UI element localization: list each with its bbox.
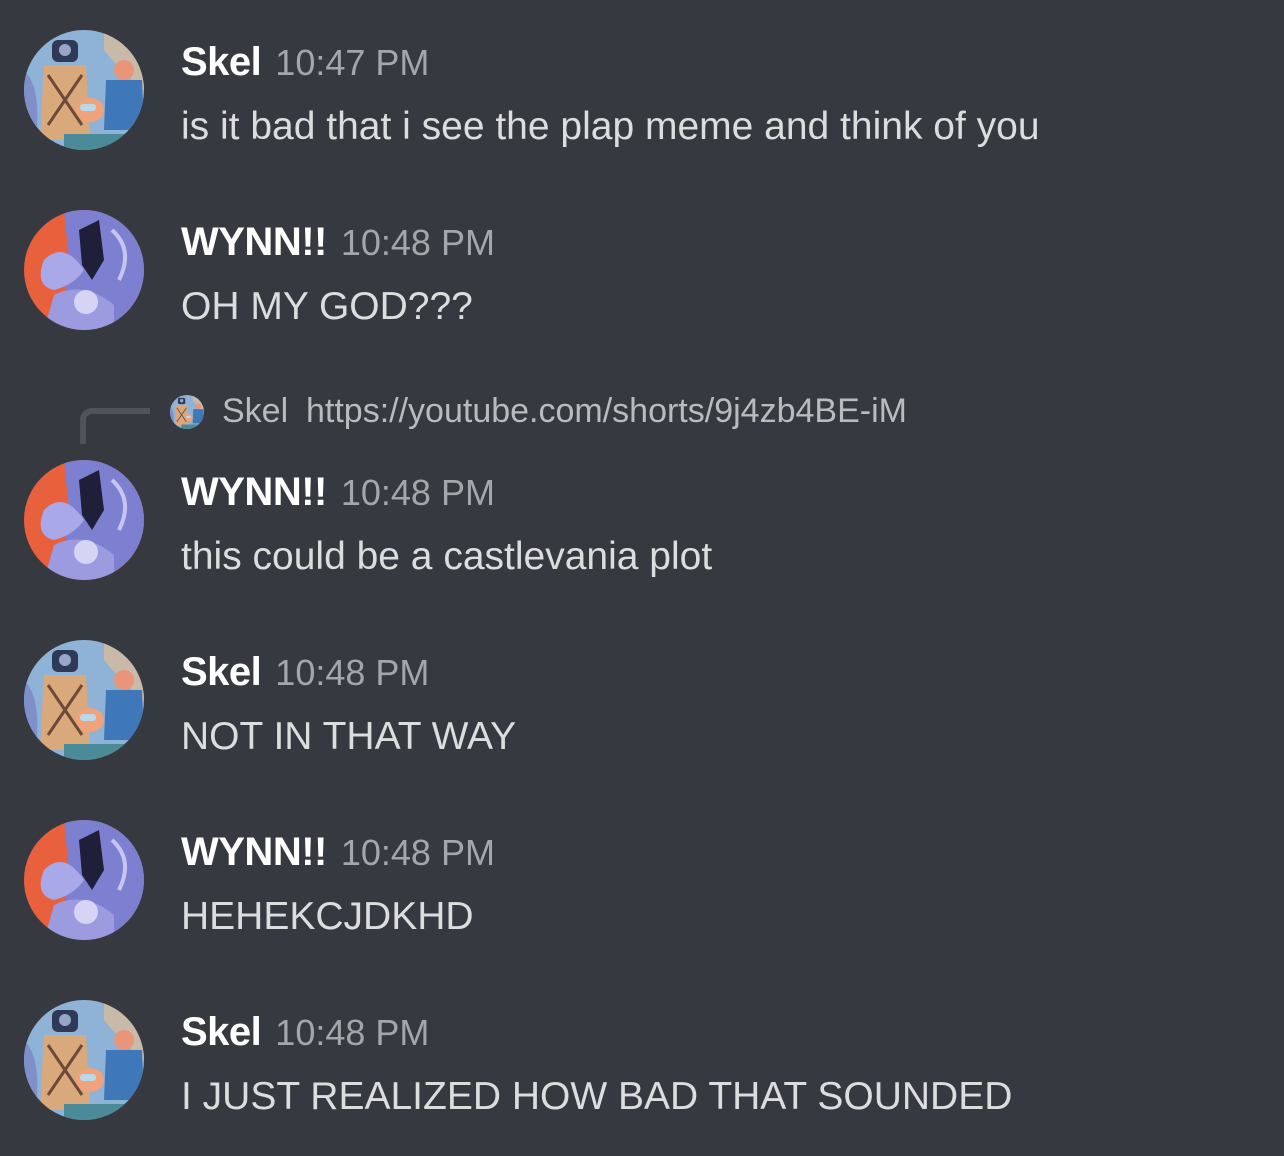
timestamp: 10:48 PM bbox=[340, 472, 495, 513]
timestamp: 10:48 PM bbox=[340, 832, 495, 873]
message-header: Skel 10:48 PM bbox=[181, 1010, 429, 1055]
avatar[interactable] bbox=[24, 1000, 144, 1120]
skel-avatar-icon bbox=[24, 30, 144, 150]
avatar[interactable] bbox=[24, 820, 144, 940]
reply-avatar bbox=[170, 395, 204, 429]
skel-avatar-icon bbox=[24, 640, 144, 760]
message-content: OH MY GOD??? bbox=[181, 285, 473, 328]
timestamp: 10:47 PM bbox=[275, 42, 430, 83]
chat-log: Skel 10:47 PM is it bad that i see the pl… bbox=[0, 0, 1284, 1156]
message-header: WYNN!! 10:48 PM bbox=[181, 470, 495, 515]
avatar[interactable] bbox=[24, 30, 144, 150]
message-header: Skel 10:48 PM bbox=[181, 650, 429, 695]
author-name[interactable]: WYNN!! bbox=[181, 830, 327, 874]
avatar[interactable] bbox=[24, 210, 144, 330]
wynn-avatar-icon bbox=[24, 460, 144, 580]
author-name[interactable]: Skel bbox=[181, 650, 262, 694]
message-content: this could be a castlevania plot bbox=[181, 535, 713, 578]
author-name[interactable]: Skel bbox=[181, 40, 262, 84]
message-content: HEHEKCJDKHD bbox=[181, 895, 474, 938]
avatar[interactable] bbox=[24, 640, 144, 760]
wynn-avatar-icon bbox=[24, 210, 144, 330]
skel-avatar-icon bbox=[24, 1000, 144, 1120]
author-name[interactable]: Skel bbox=[181, 1010, 262, 1054]
reply-content[interactable]: https://youtube.com/shorts/9j4zb4BE-iM bbox=[306, 392, 907, 431]
author-name[interactable]: WYNN!! bbox=[181, 220, 327, 264]
author-name[interactable]: WYNN!! bbox=[181, 470, 327, 514]
message-content: NOT IN THAT WAY bbox=[181, 715, 517, 758]
message-header: Skel 10:47 PM bbox=[181, 40, 429, 85]
reply-spine bbox=[80, 408, 150, 444]
avatar[interactable] bbox=[24, 460, 144, 580]
message-content: is it bad that i see the plap meme and t… bbox=[181, 105, 1040, 148]
skel-avatar-icon bbox=[170, 395, 204, 429]
timestamp: 10:48 PM bbox=[275, 1012, 430, 1053]
timestamp: 10:48 PM bbox=[275, 652, 430, 693]
wynn-avatar-icon bbox=[24, 820, 144, 940]
reply-reference[interactable]: Skel https://youtube.com/shorts/9j4zb4BE… bbox=[0, 390, 1284, 460]
message-header: WYNN!! 10:48 PM bbox=[181, 830, 495, 875]
message-header: WYNN!! 10:48 PM bbox=[181, 220, 495, 265]
message-content: I JUST REALIZED HOW BAD THAT SOUNDED bbox=[181, 1075, 1013, 1118]
timestamp: 10:48 PM bbox=[340, 222, 495, 263]
reply-author[interactable]: Skel bbox=[222, 392, 288, 431]
